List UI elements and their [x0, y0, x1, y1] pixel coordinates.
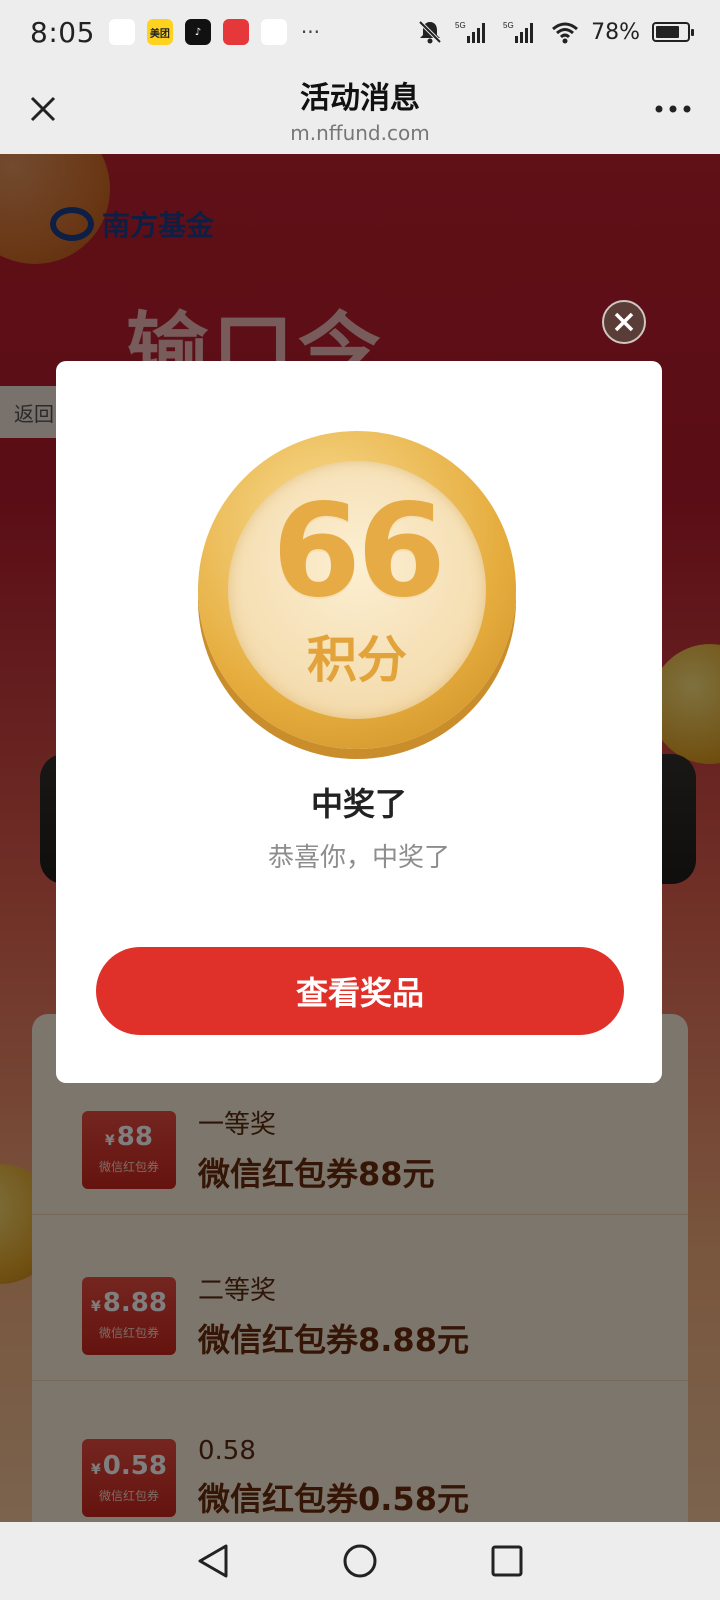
system-nav-bar — [0, 1522, 720, 1600]
page-title: 活动消息 — [299, 81, 420, 116]
close-page-button[interactable] — [20, 86, 66, 132]
medal-face: 66 积分 — [228, 461, 486, 719]
more-notifications-icon: ··· — [300, 20, 320, 44]
notification-app-icons: 美团 ♪ — [108, 19, 287, 45]
signal-5g-icon: 5G — [455, 21, 486, 43]
svg-text:5G: 5G — [455, 21, 466, 30]
medal-points-number: 66 — [271, 477, 446, 626]
back-triangle-icon — [198, 1544, 228, 1578]
douyin-app-icon: ♪ — [184, 19, 211, 45]
recents-square-icon — [491, 1545, 523, 1577]
medal-points-unit: 积分 — [307, 631, 407, 689]
ccb-app-icon — [108, 19, 135, 45]
more-options-button[interactable] — [648, 86, 698, 132]
modal-title: 中奖了 — [310, 785, 407, 823]
svg-text:5G: 5G — [503, 21, 514, 30]
nav-home-button[interactable] — [330, 1531, 390, 1591]
wifi-icon — [552, 22, 579, 44]
more-dots-icon — [655, 105, 691, 113]
close-icon — [30, 96, 56, 122]
home-circle-icon — [343, 1544, 377, 1578]
status-bar: 8:05 美团 ♪ ··· 5G 5G 78% — [0, 0, 720, 64]
shield-app-icon — [260, 19, 287, 45]
webview-title-bar: 活动消息 m.nffund.com — [0, 64, 720, 154]
nav-back-button[interactable] — [183, 1531, 243, 1591]
page-title-block: 活动消息 m.nffund.com — [290, 73, 429, 145]
prize-modal: 66 积分 中奖了 恭喜你，中奖了 查看奖品 — [56, 361, 662, 1083]
status-time: 8:05 — [30, 15, 95, 49]
nav-recents-button[interactable] — [477, 1531, 537, 1591]
battery-icon — [652, 22, 694, 42]
modal-subtitle: 恭喜你，中奖了 — [267, 843, 450, 873]
game-app-icon — [222, 19, 249, 45]
page-url: m.nffund.com — [290, 121, 430, 145]
signal-5g-icon-2: 5G — [503, 21, 534, 43]
modal-close-button[interactable] — [602, 300, 646, 344]
view-prize-button[interactable]: 查看奖品 — [96, 947, 624, 1035]
points-medal-icon: 66 积分 — [198, 431, 516, 749]
status-indicators: 5G 5G 78% — [417, 19, 694, 45]
meituan-app-icon: 美团 — [146, 19, 173, 45]
battery-percent: 78% — [591, 19, 640, 45]
mute-bell-icon — [418, 20, 442, 44]
close-icon — [614, 312, 634, 332]
